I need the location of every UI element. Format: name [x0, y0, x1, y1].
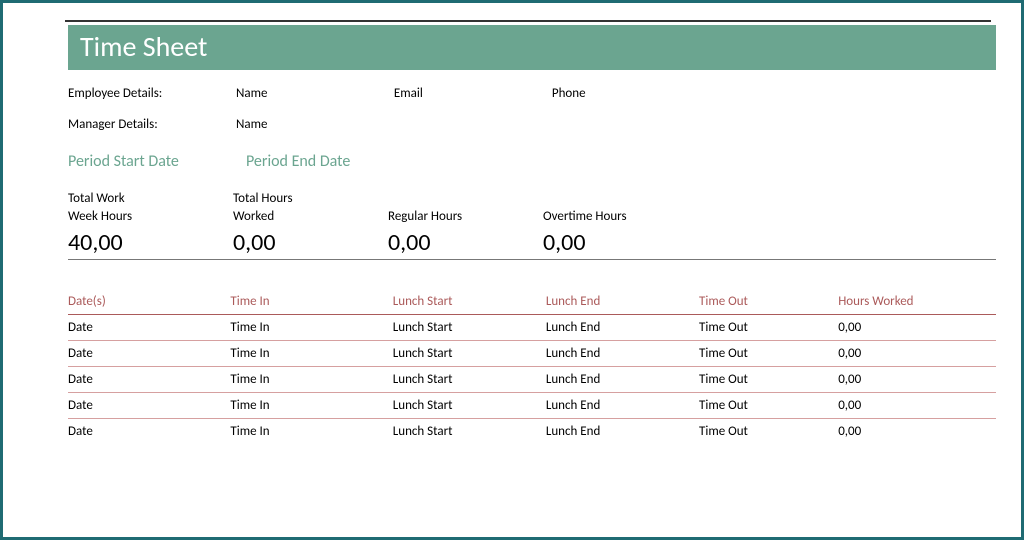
cell-time-out: Time Out [699, 314, 838, 340]
cell-lunch-start: Lunch Start [393, 314, 546, 340]
cell-lunch-end: Lunch End [546, 314, 699, 340]
table-row: DateTime InLunch StartLunch EndTime Out0… [68, 366, 996, 392]
cell-hours-worked: 0,00 [838, 314, 996, 340]
col-lunch-start: Lunch Start [393, 290, 546, 315]
summary-regular-value: 0,00 [388, 228, 543, 257]
period-start-label: Period Start Date [68, 152, 228, 171]
summary-overtime-label1 [543, 191, 698, 207]
cell-time-out: Time Out [699, 340, 838, 366]
cell-time-out: Time Out [699, 392, 838, 418]
cell-time-out: Time Out [699, 366, 838, 392]
employee-name: Name [236, 86, 391, 101]
table-row: DateTime InLunch StartLunch EndTime Out0… [68, 340, 996, 366]
employee-phone: Phone [552, 86, 707, 101]
summary-regular: Regular Hours 0,00 [388, 191, 543, 257]
summary-total-worked: Total Hours Worked 0,00 [233, 191, 388, 257]
cell-lunch-start: Lunch Start [393, 340, 546, 366]
cell-hours-worked: 0,00 [838, 392, 996, 418]
cell-time-in: Time In [230, 340, 392, 366]
summary-overtime-value: 0,00 [543, 228, 698, 257]
cell-lunch-end: Lunch End [546, 366, 699, 392]
col-hours-worked: Hours Worked [838, 290, 996, 315]
cell-hours-worked: 0,00 [838, 340, 996, 366]
cell-hours-worked: 0,00 [838, 418, 996, 444]
table-row: DateTime InLunch StartLunch EndTime Out0… [68, 418, 996, 444]
entries-table: Date(s) Time In Lunch Start Lunch End Ti… [68, 290, 996, 444]
summary-total-week-label2: Week Hours [68, 209, 233, 225]
employee-details-row: Employee Details: Name Email Phone [68, 86, 996, 101]
col-lunch-end: Lunch End [546, 290, 699, 315]
table-row: DateTime InLunch StartLunch EndTime Out0… [68, 314, 996, 340]
top-divider [65, 20, 991, 22]
summary-total-week-label1: Total Work [68, 191, 233, 207]
manager-label: Manager Details: [68, 117, 233, 132]
summary-regular-label1 [388, 191, 543, 207]
cell-date: Date [68, 392, 230, 418]
summary-overtime-label2: Overtime Hours [543, 209, 698, 225]
cell-lunch-end: Lunch End [546, 418, 699, 444]
manager-name: Name [236, 117, 391, 132]
timesheet-document: Time Sheet Employee Details: Name Email … [68, 25, 996, 444]
summary-total-worked-label2: Worked [233, 209, 388, 225]
cell-hours-worked: 0,00 [838, 366, 996, 392]
cell-date: Date [68, 366, 230, 392]
cell-time-in: Time In [230, 366, 392, 392]
table-header-row: Date(s) Time In Lunch Start Lunch End Ti… [68, 290, 996, 315]
cell-date: Date [68, 314, 230, 340]
col-time-in: Time In [230, 290, 392, 315]
cell-time-out: Time Out [699, 418, 838, 444]
summary-regular-label2: Regular Hours [388, 209, 543, 225]
page-title: Time Sheet [68, 25, 996, 70]
details-section: Employee Details: Name Email Phone Manag… [68, 86, 996, 132]
cell-time-in: Time In [230, 392, 392, 418]
summary-total-week: Total Work Week Hours 40,00 [68, 191, 233, 257]
period-row: Period Start Date Period End Date [68, 152, 996, 171]
cell-date: Date [68, 340, 230, 366]
employee-email: Email [394, 86, 549, 101]
cell-time-in: Time In [230, 418, 392, 444]
cell-lunch-start: Lunch Start [393, 418, 546, 444]
summary-total-worked-label1: Total Hours [233, 191, 388, 207]
employee-label: Employee Details: [68, 86, 233, 101]
summary-total-week-value: 40,00 [68, 228, 233, 257]
manager-details-row: Manager Details: Name [68, 117, 996, 132]
summary-row: Total Work Week Hours 40,00 Total Hours … [68, 191, 996, 260]
cell-date: Date [68, 418, 230, 444]
col-time-out: Time Out [699, 290, 838, 315]
summary-overtime: Overtime Hours 0,00 [543, 191, 698, 257]
cell-lunch-start: Lunch Start [393, 392, 546, 418]
period-end-label: Period End Date [246, 152, 406, 171]
cell-lunch-end: Lunch End [546, 340, 699, 366]
table-row: DateTime InLunch StartLunch EndTime Out0… [68, 392, 996, 418]
cell-time-in: Time In [230, 314, 392, 340]
col-date: Date(s) [68, 290, 230, 315]
cell-lunch-start: Lunch Start [393, 366, 546, 392]
summary-total-worked-value: 0,00 [233, 228, 388, 257]
cell-lunch-end: Lunch End [546, 392, 699, 418]
